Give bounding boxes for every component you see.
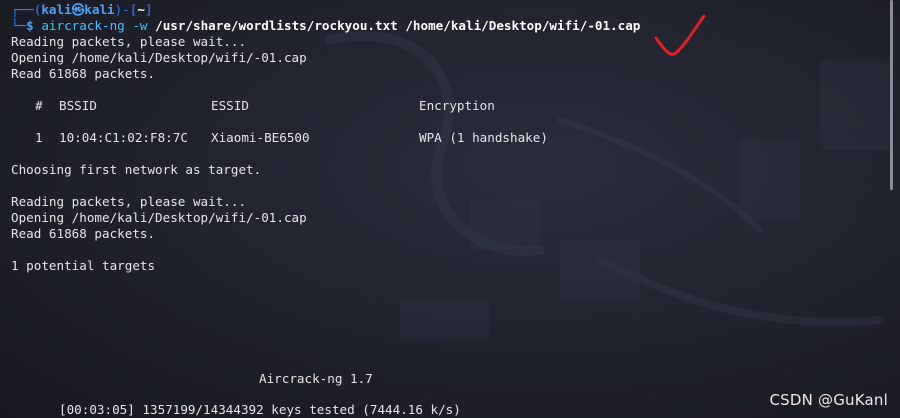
prompt-frame-end: ]	[144, 2, 153, 17]
header-num: #	[35, 98, 43, 113]
output-read-2: Read 61868 packets.	[11, 226, 156, 241]
prompt-frame-bottom: └─	[11, 18, 27, 33]
row-num: 1	[35, 130, 43, 145]
row-essid: Xiaomi-BE6500	[211, 130, 310, 145]
command-line: └─$ aircrack-ng -w /usr/share/wordlists/…	[11, 18, 640, 34]
output-targets: 1 potential targets	[11, 258, 156, 273]
command-capfile-arg: /home/kali/Desktop/wifi/-01.cap	[405, 18, 641, 33]
watermark: CSDN @GuKanl	[769, 391, 888, 409]
network-table-header: # BSSID ESSID Encryption	[11, 98, 711, 114]
command-flag: -w	[132, 18, 148, 33]
output-read-1: Read 61868 packets.	[11, 66, 156, 81]
prompt-at-symbol: ㉿	[71, 2, 85, 17]
output-opening-2: Opening /home/kali/Desktop/wifi/-01.cap	[11, 210, 307, 225]
header-encryption: Encryption	[419, 98, 495, 113]
progress-status: [00:03:05] 1357199/14344392 keys tested …	[59, 402, 461, 417]
aircrack-version: Aircrack-ng 1.7	[259, 371, 373, 386]
network-table-row: 1 10:04:C1:02:F8:7C Xiaomi-BE6500 WPA (1…	[11, 130, 711, 146]
prompt-dollar: $	[26, 18, 42, 33]
header-essid: ESSID	[211, 98, 249, 113]
command-wordlist-arg: /usr/share/wordlists/rockyou.txt	[155, 18, 398, 33]
prompt-line-top: ┌──(kali㉿kali)-[~]	[11, 2, 153, 18]
terminal-window[interactable]: ┌──(kali㉿kali)-[~] └─$ aircrack-ng -w /u…	[0, 0, 900, 418]
prompt-host: kali	[84, 2, 115, 17]
header-bssid: BSSID	[59, 98, 97, 113]
output-opening-1: Opening /home/kali/Desktop/wifi/-01.cap	[11, 50, 307, 65]
scrollbar[interactable]	[890, 0, 893, 190]
output-reading-2: Reading packets, please wait...	[11, 194, 247, 209]
command-name: aircrack-ng	[41, 18, 125, 33]
prompt-frame-top: ┌──(	[11, 2, 42, 17]
row-bssid: 10:04:C1:02:F8:7C	[59, 130, 188, 145]
prompt-user: kali	[41, 2, 72, 17]
output-choosing: Choosing first network as target.	[11, 162, 262, 177]
prompt-frame-mid: )-[	[114, 2, 138, 17]
checkmark-annotation-icon	[654, 14, 706, 56]
prompt-cwd: ~	[137, 2, 145, 17]
output-reading-1: Reading packets, please wait...	[11, 34, 247, 49]
row-encryption: WPA (1 handshake)	[419, 130, 548, 145]
